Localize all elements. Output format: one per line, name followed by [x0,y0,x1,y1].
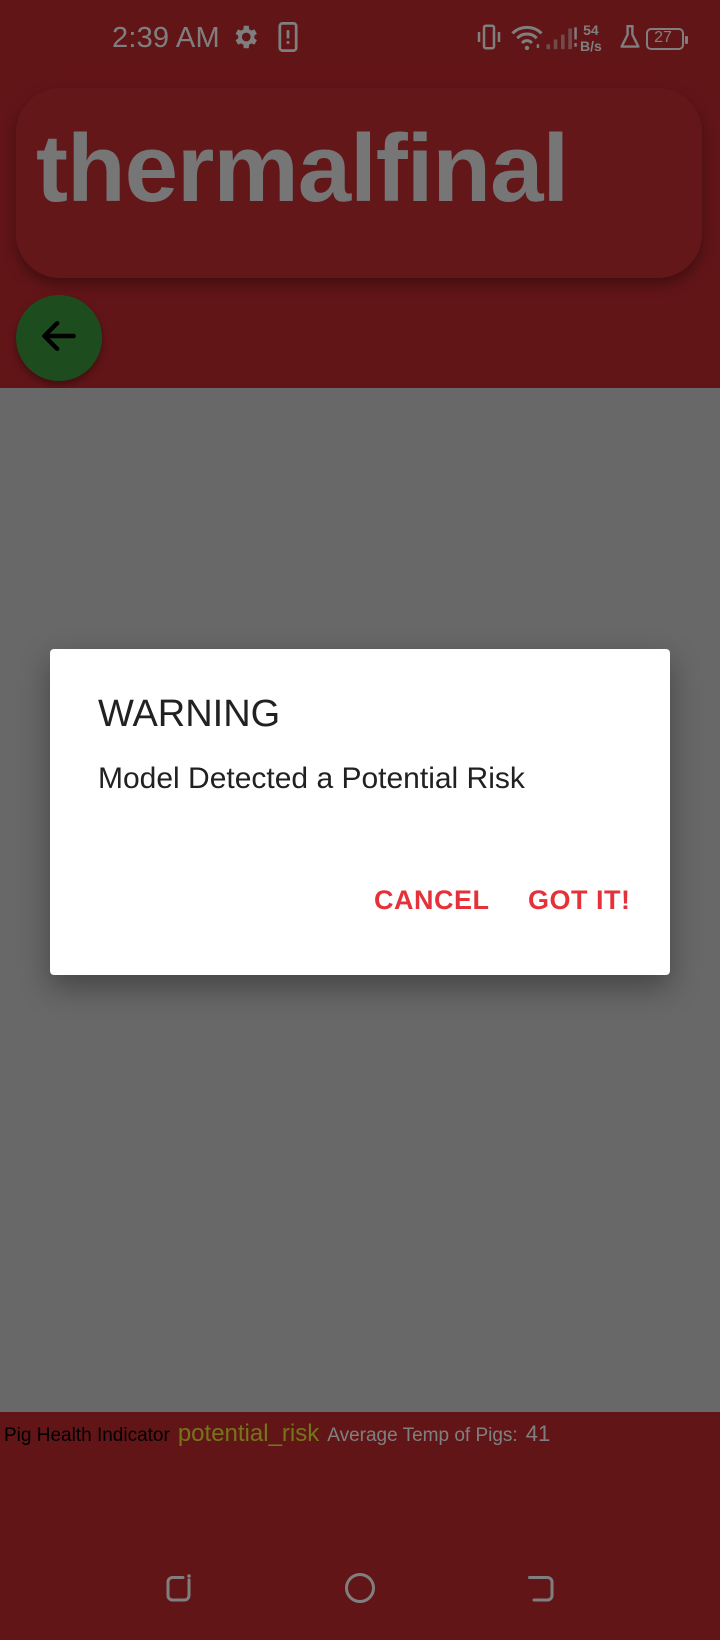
dialog-message: Model Detected a Potential Risk [98,762,525,795]
got-it-button[interactable]: GOT IT! [528,885,630,916]
dialog-title: WARNING [98,693,281,735]
cancel-button[interactable]: CANCEL [374,885,490,916]
warning-dialog: WARNING Model Detected a Potential Risk … [50,649,670,975]
